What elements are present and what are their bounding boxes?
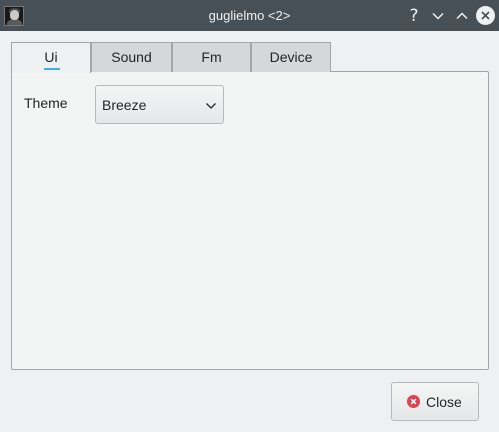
tab-device[interactable]: Device xyxy=(251,42,331,72)
close-window-button[interactable] xyxy=(476,6,495,25)
tab-sound-label: Sound xyxy=(111,49,152,65)
title-bar[interactable]: guglielmo <2> ? xyxy=(0,0,499,31)
close-button-label: Close xyxy=(426,394,462,410)
app-window: guglielmo <2> ? Theme Breeze Ui Sound Fm… xyxy=(0,0,499,432)
chevron-down-icon xyxy=(432,12,444,20)
theme-select[interactable]: Breeze xyxy=(95,85,224,124)
close-button[interactable]: Close xyxy=(391,382,479,421)
maximize-button[interactable] xyxy=(453,7,471,25)
theme-label: Theme xyxy=(24,95,68,111)
window-title: guglielmo <2> xyxy=(208,8,291,23)
chevron-down-icon xyxy=(206,103,216,109)
tab-device-label: Device xyxy=(269,49,313,65)
close-circle-icon xyxy=(407,395,420,408)
tab-sound[interactable]: Sound xyxy=(91,42,172,72)
theme-select-value: Breeze xyxy=(102,97,147,113)
minimize-button[interactable] xyxy=(429,7,447,25)
tab-ui-label: Ui xyxy=(44,49,58,65)
chevron-up-icon xyxy=(456,12,468,20)
close-icon xyxy=(481,11,490,20)
tab-ui[interactable]: Ui xyxy=(11,42,91,73)
tab-fm-label: Fm xyxy=(201,49,222,65)
tab-fm[interactable]: Fm xyxy=(172,42,251,72)
active-tab-indicator xyxy=(44,68,60,70)
tab-panel-ui: Theme Breeze xyxy=(11,71,489,370)
help-button[interactable]: ? xyxy=(405,7,423,25)
